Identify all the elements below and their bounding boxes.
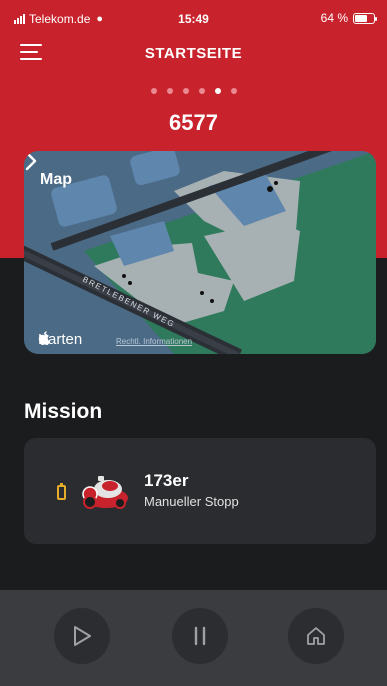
page-dot[interactable] xyxy=(182,88,189,94)
home-button[interactable] xyxy=(288,608,344,664)
pause-icon xyxy=(194,626,206,646)
play-button[interactable] xyxy=(54,608,110,664)
status-bar: Telekom.de ● 15:49 64 % xyxy=(0,0,387,34)
control-bar xyxy=(0,590,387,686)
robot-name: 173er xyxy=(144,471,189,490)
counter-value: 6577 xyxy=(169,110,218,135)
battery-percent: 64 % xyxy=(320,11,348,25)
mower-icon xyxy=(82,476,128,509)
page-dot[interactable] xyxy=(230,88,237,94)
page-indicator[interactable] xyxy=(0,88,387,94)
play-icon xyxy=(74,626,91,646)
legal-link[interactable]: Rechtl. Informationen xyxy=(116,337,192,346)
map-attribution: Karten xyxy=(38,331,82,348)
battery-icon xyxy=(353,12,377,24)
page-title: STARTSEITE xyxy=(144,45,243,62)
pause-button[interactable] xyxy=(172,608,228,664)
page-dot[interactable] xyxy=(198,88,205,94)
page-dot[interactable] xyxy=(166,88,173,94)
chevron-right-icon[interactable] xyxy=(24,151,38,171)
map-title: Map xyxy=(40,171,72,188)
page-dot[interactable] xyxy=(150,88,157,94)
mission-card[interactable]: 173er Manueller Stopp xyxy=(24,438,376,544)
battery-status: 64 % xyxy=(320,11,377,25)
map-card[interactable]: BRETLEBENER WEG Map Karten Rechtl. Infor… xyxy=(24,151,376,354)
page-dot-active[interactable] xyxy=(214,88,221,94)
battery-low-icon xyxy=(57,483,66,500)
home-icon xyxy=(307,627,325,645)
map-image: BRETLEBENER WEG xyxy=(24,151,376,354)
robot-status: Manueller Stopp xyxy=(144,494,239,509)
apple-logo-icon xyxy=(38,331,50,345)
mission-heading: Mission xyxy=(24,400,103,423)
